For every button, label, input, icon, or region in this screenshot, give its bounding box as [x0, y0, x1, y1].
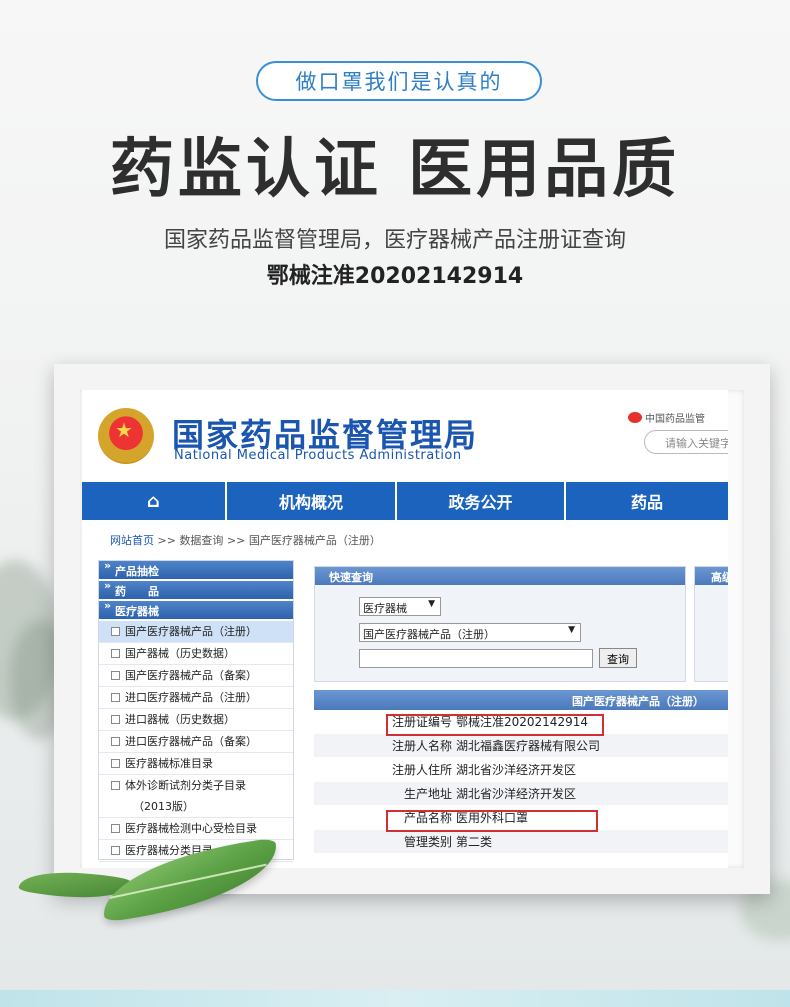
- sidebar-item[interactable]: 进口医疗器械产品（注册）: [99, 687, 293, 709]
- site-header: 国家药品监督管理局 National Medical Products Admi…: [82, 390, 728, 482]
- main-nav: ⌂ 机构概况 政务公开 药品: [82, 482, 728, 520]
- category-select[interactable]: 医疗器械 ▼: [359, 597, 441, 616]
- result-title: 国产医疗器械产品（注册）: [314, 690, 728, 710]
- result-row: 管理类别 第二类: [314, 830, 728, 854]
- breadcrumb-home[interactable]: 网站首页: [110, 534, 154, 547]
- quick-search-panel: 快速查询 医疗器械 ▼ 国产医疗器械产品（注册） ▼ 查询: [314, 566, 686, 682]
- weibo-icon: [628, 412, 642, 423]
- query-button[interactable]: 查询: [599, 648, 637, 668]
- field-value: 湖北福鑫医疗器械有限公司: [456, 739, 601, 753]
- headline: 药监认证 医用品质: [109, 133, 681, 207]
- query-input[interactable]: [359, 649, 593, 668]
- tagline-pill: 做口罩我们是认真的: [256, 61, 542, 101]
- sidebar-category[interactable]: 产品抽检: [99, 559, 293, 579]
- nav-home[interactable]: ⌂: [82, 482, 227, 520]
- result-panel: 国产医疗器械产品（注册） 注册证编号 鄂械注准20202142914 注册人名称湖…: [314, 690, 728, 860]
- sidebar-category[interactable]: 医疗器械: [99, 599, 293, 619]
- subtitle: 国家药品监督管理局，医疗器械产品注册证查询: [163, 228, 626, 253]
- dropdown-arrow-icon: ▼: [428, 599, 435, 609]
- sidebar-item[interactable]: 医疗器械检测中心受检目录: [99, 818, 293, 840]
- nav-item-public-affairs[interactable]: 政务公开: [397, 482, 566, 520]
- field-label: 管理类别: [403, 835, 452, 849]
- breadcrumb-data-query[interactable]: 数据查询: [179, 534, 223, 547]
- sidebar-item[interactable]: 医疗器械标准目录: [99, 753, 293, 775]
- field-label: 注册人住所: [391, 763, 452, 777]
- field-label: 生产地址: [403, 787, 452, 801]
- sidebar-item-continuation[interactable]: （2013版）: [99, 796, 293, 818]
- breadcrumb-separator: >>: [157, 534, 176, 547]
- advanced-search-panel: 高级: [694, 566, 728, 682]
- result-row: 生产地址 湖北省沙洋经济开发区: [314, 782, 728, 806]
- sidebar-item[interactable]: 进口器械（历史数据）: [99, 709, 293, 731]
- nav-item-about[interactable]: 机构概况: [227, 482, 397, 520]
- breadcrumb: 网站首页 >> 数据查询 >> 国产医疗器械产品（注册）: [110, 532, 381, 548]
- sidebar-item[interactable]: 国产器械（历史数据）: [99, 643, 293, 665]
- breadcrumb-separator: >>: [226, 534, 246, 547]
- database-select-value: 国产医疗器械产品（注册）: [363, 628, 495, 641]
- search-input[interactable]: 请输入关键字: [644, 430, 728, 454]
- registration-number: 鄂械注准20202142914: [266, 264, 524, 289]
- result-row: 注册人住所 湖北省沙洋经济开发区: [314, 758, 728, 782]
- database-select[interactable]: 国产医疗器械产品（注册） ▼: [359, 623, 581, 642]
- quick-search-title: 快速查询: [315, 567, 685, 585]
- highlight-box-product-name: [386, 810, 598, 832]
- category-select-value: 医疗器械: [363, 602, 407, 615]
- field-value: 湖北省沙洋经济开发区: [456, 763, 577, 777]
- field-value: 湖北省沙洋经济开发区: [456, 787, 577, 801]
- site-title-en: National Medical Products Administration: [174, 448, 462, 463]
- advanced-search-title[interactable]: 高级: [695, 567, 728, 585]
- website-screenshot: 国家药品监督管理局 National Medical Products Admi…: [82, 390, 728, 868]
- national-emblem-icon: [98, 408, 154, 464]
- field-value: 第二类: [456, 835, 493, 849]
- breadcrumb-current: 国产医疗器械产品（注册）: [248, 534, 381, 547]
- highlight-box-reg-number: [386, 714, 604, 736]
- dropdown-arrow-icon: ▼: [568, 625, 575, 635]
- sidebar-category[interactable]: 药 品: [99, 579, 293, 599]
- sidebar-item[interactable]: 进口医疗器械产品（备案）: [99, 731, 293, 753]
- sidebar-item[interactable]: 国产医疗器械产品（备案）: [99, 665, 293, 687]
- sidebar-item[interactable]: 国产医疗器械产品（注册）: [99, 621, 293, 643]
- nav-item-drugs[interactable]: 药品: [566, 482, 728, 520]
- sidebar-item[interactable]: 体外诊断试剂分类子目录: [99, 775, 293, 796]
- weibo-label: 中国药品监管: [645, 414, 705, 425]
- result-row: 注册人名称 湖北福鑫医疗器械有限公司: [314, 734, 728, 758]
- floor-strip: [0, 990, 790, 1007]
- home-icon: ⌂: [147, 490, 160, 512]
- field-label: 注册人名称: [391, 739, 452, 753]
- weibo-link[interactable]: 中国药品监管: [628, 410, 705, 425]
- sidebar: 产品抽检 药 品 医疗器械 国产医疗器械产品（注册） 国产器械（历史数据） 国产…: [98, 559, 294, 862]
